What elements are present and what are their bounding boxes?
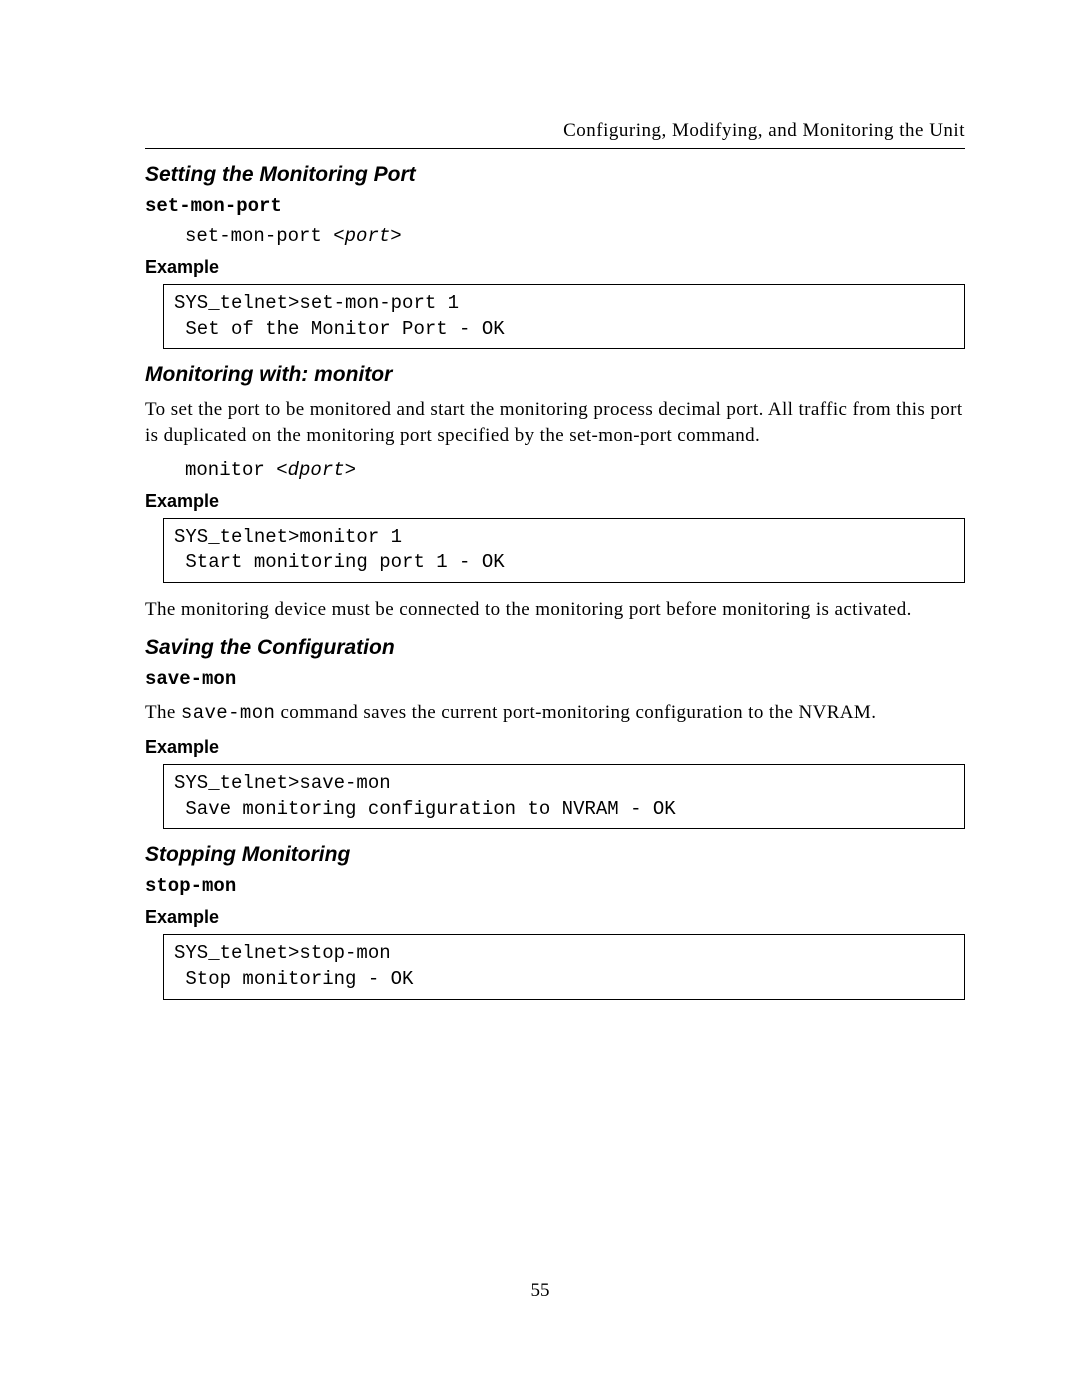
section-heading-saving: Saving the Configuration bbox=[145, 636, 965, 660]
syntax-prefix: set-mon-port bbox=[185, 225, 333, 247]
command-set-mon-port: set-mon-port bbox=[145, 195, 965, 217]
section-heading-setting-port: Setting the Monitoring Port bbox=[145, 163, 965, 187]
section-heading-monitoring: Monitoring with: monitor bbox=[145, 363, 965, 387]
syntax-arg: <port> bbox=[333, 225, 401, 247]
command-save-mon: save-mon bbox=[145, 668, 965, 690]
example-label: Example bbox=[145, 491, 965, 512]
example-set-mon-port: SYS_telnet>set-mon-port 1 Set of the Mon… bbox=[163, 284, 965, 349]
page: Configuring, Modifying, and Monitoring t… bbox=[0, 0, 1080, 1397]
syntax-monitor: monitor <dport> bbox=[185, 459, 965, 481]
example-stop-mon: SYS_telnet>stop-mon Stop monitoring - OK bbox=[163, 934, 965, 999]
syntax-arg: <dport> bbox=[276, 459, 356, 481]
section-heading-stopping: Stopping Monitoring bbox=[145, 843, 965, 867]
running-header: Configuring, Modifying, and Monitoring t… bbox=[145, 120, 965, 149]
monitoring-note: The monitoring device must be connected … bbox=[145, 597, 965, 623]
intro-post: command saves the current port-monitorin… bbox=[275, 702, 876, 723]
intro-mono: save-mon bbox=[181, 702, 275, 724]
syntax-prefix: monitor bbox=[185, 459, 276, 481]
example-label: Example bbox=[145, 257, 965, 278]
example-monitor: SYS_telnet>monitor 1 Start monitoring po… bbox=[163, 518, 965, 583]
command-stop-mon: stop-mon bbox=[145, 875, 965, 897]
monitoring-intro: To set the port to be monitored and star… bbox=[145, 397, 965, 448]
example-label: Example bbox=[145, 907, 965, 928]
syntax-set-mon-port: set-mon-port <port> bbox=[185, 225, 965, 247]
page-number: 55 bbox=[0, 1280, 1080, 1302]
saving-intro: The save-mon command saves the current p… bbox=[145, 700, 965, 727]
example-label: Example bbox=[145, 737, 965, 758]
example-save-mon: SYS_telnet>save-mon Save monitoring conf… bbox=[163, 764, 965, 829]
intro-pre: The bbox=[145, 702, 181, 723]
